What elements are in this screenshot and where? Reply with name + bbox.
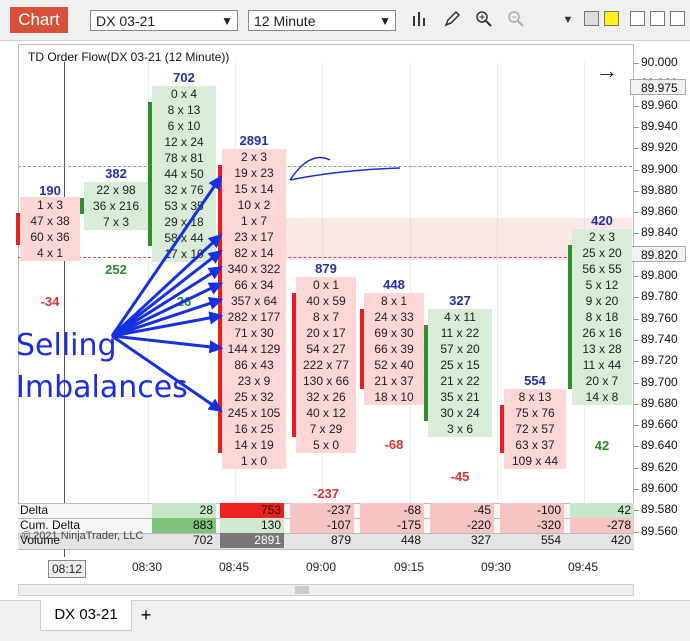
- table-cell: -175: [360, 518, 424, 533]
- table-cell: -320: [500, 518, 564, 533]
- x-axis-label: 09:00: [306, 560, 337, 574]
- arrowhead: [207, 266, 223, 280]
- annotation-text-1: Selling: [16, 328, 117, 363]
- x-axis-label: 08:30: [132, 560, 163, 574]
- table-cell: -220: [430, 518, 494, 533]
- table-cell: 2891: [220, 533, 284, 548]
- table-cell: -45: [430, 503, 494, 518]
- table-cell: 448: [400, 533, 421, 547]
- table-cell: -100: [500, 503, 564, 518]
- annotation-arrow: [111, 250, 221, 338]
- table-cell: 883: [152, 518, 216, 533]
- table-cell: 554: [540, 533, 561, 547]
- arrowhead: [208, 311, 224, 325]
- x-axis-label: 09:45: [568, 560, 599, 574]
- table-cell: 130: [220, 518, 284, 533]
- table-cell: 28: [152, 503, 216, 518]
- copyright: © 2021 NinjaTrader, LLC: [22, 530, 144, 542]
- table-cell: 420: [610, 533, 631, 547]
- table-cell: -68: [360, 503, 424, 518]
- tab-dx-03-21[interactable]: DX 03-21: [40, 600, 132, 631]
- scroll-thumb[interactable]: [295, 586, 309, 594]
- x-axis-label: 09:15: [394, 560, 425, 574]
- pen-stroke: [289, 156, 401, 181]
- table-cell: 327: [470, 533, 491, 547]
- annotation-text-2: Imbalances: [16, 370, 188, 405]
- horizontal-scrollbar[interactable]: [18, 584, 634, 596]
- x-axis-label: 08:45: [219, 560, 250, 574]
- table-cell: 42: [570, 503, 634, 518]
- table-row-label: Delta: [20, 503, 49, 517]
- table-cell: -107: [290, 518, 354, 533]
- annotation-arrow: [110, 234, 222, 338]
- x-axis-label: 09:30: [481, 560, 512, 574]
- table-cell: -237: [290, 503, 354, 518]
- table-cell: 879: [330, 533, 351, 547]
- table-cell: -278: [570, 518, 634, 533]
- arrowhead: [208, 340, 224, 354]
- arrowhead: [207, 297, 224, 310]
- arrowhead: [207, 282, 224, 295]
- table-cell: 753: [220, 503, 284, 518]
- table-cell: 702: [192, 533, 213, 547]
- tab-bar: DX 03-21 +: [0, 600, 690, 641]
- annotation-arrow: [110, 177, 222, 337]
- x-axis-label: 08:12: [48, 560, 87, 578]
- add-tab-button[interactable]: +: [136, 603, 156, 627]
